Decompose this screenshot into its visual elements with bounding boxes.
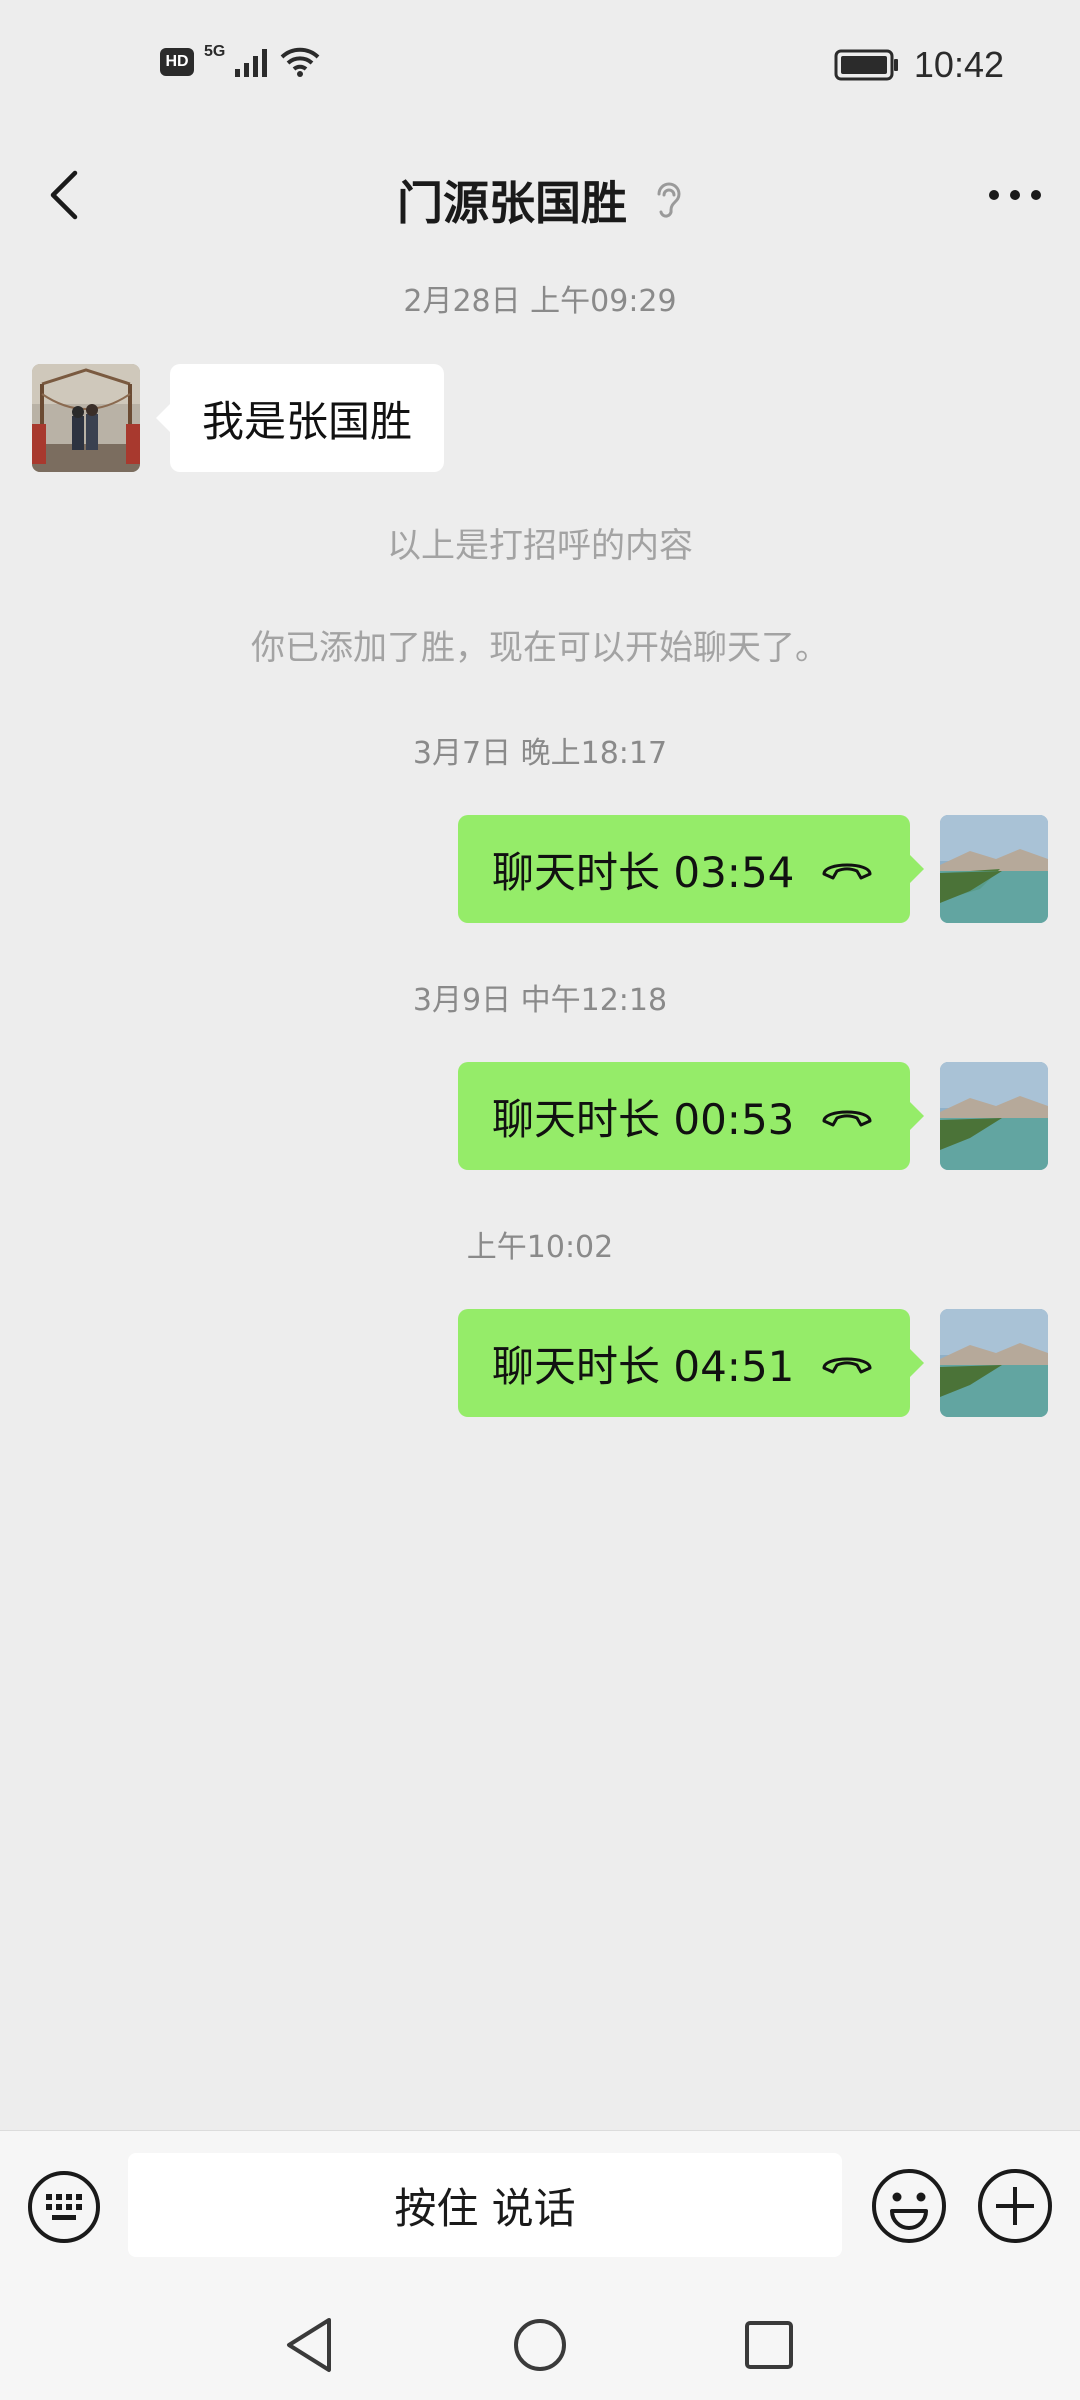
my-avatar-image <box>940 1309 1048 1417</box>
my-avatar-image <box>940 1062 1048 1170</box>
more-icon <box>989 190 1041 200</box>
keyboard-icon <box>28 2171 100 2243</box>
my-avatar-image <box>940 815 1048 923</box>
hold-to-talk-button[interactable]: 按住 说话 <box>128 2153 842 2257</box>
hd-badge: HD <box>160 48 194 76</box>
phone-hangup-icon <box>822 1357 872 1374</box>
status-right: 10:42 <box>834 44 1004 86</box>
plus-icon <box>978 2169 1052 2243</box>
more-button[interactable] <box>970 150 1060 240</box>
battery-icon <box>834 49 898 81</box>
more-functions-button[interactable] <box>976 2167 1054 2245</box>
phone-hangup-icon <box>822 1110 872 1127</box>
wifi-icon <box>280 47 320 77</box>
status-left: HD 5G <box>160 43 321 78</box>
nav-recents-button[interactable] <box>734 2310 804 2380</box>
input-bar: 按住 说话 <box>0 2130 1080 2281</box>
nav-home-button[interactable] <box>505 2310 575 2380</box>
call-duration-text: 聊天时长 04:51 <box>492 1341 795 1391</box>
phone-hangup-icon <box>822 863 872 880</box>
triangle-back-icon <box>287 2318 331 2372</box>
my-avatar[interactable] <box>940 1309 1048 1417</box>
message-text: 我是张国胜 <box>202 396 413 446</box>
system-notice: 你已添加了胜，现在可以开始聊天了。 <box>251 628 829 668</box>
chat-header: 门源张国胜 <box>0 140 1080 260</box>
system-notice: 以上是打招呼的内容 <box>387 526 693 566</box>
my-avatar[interactable] <box>940 1062 1048 1170</box>
emoji-icon <box>872 2169 946 2243</box>
emoji-button[interactable] <box>870 2167 948 2245</box>
nav-back-button[interactable] <box>274 2310 344 2380</box>
square-recents-icon <box>745 2321 793 2369</box>
status-bar: HD 5G 10:42 <box>0 0 1080 140</box>
network-type: 5G <box>204 43 226 60</box>
status-time: 10:42 <box>913 44 1004 85</box>
incoming-message-bubble[interactable]: 我是张国胜 <box>155 364 445 472</box>
call-duration-text: 聊天时长 00:53 <box>492 1094 795 1144</box>
contact-avatar-image <box>32 364 140 472</box>
call-record-bubble[interactable]: 聊天时长 03:54 <box>458 815 924 923</box>
my-avatar[interactable] <box>940 815 1048 923</box>
page-title: 门源张国胜 <box>397 176 627 230</box>
title-wrap: 门源张国胜 <box>0 140 1080 260</box>
ear-icon <box>657 182 681 218</box>
timestamp: 上午10:02 <box>466 1230 614 1265</box>
system-nav-bar <box>0 2280 1080 2400</box>
circle-home-icon <box>514 2319 566 2371</box>
timestamp: 3月9日 中午12:18 <box>412 983 668 1018</box>
keyboard-toggle-button[interactable] <box>26 2169 102 2245</box>
contact-avatar[interactable] <box>32 364 140 472</box>
signal-icon <box>235 49 268 77</box>
call-record-bubble[interactable]: 聊天时长 04:51 <box>458 1309 924 1417</box>
timestamp: 2月28日 上午09:29 <box>403 284 677 319</box>
call-duration-text: 聊天时长 03:54 <box>492 847 795 897</box>
call-record-bubble[interactable]: 聊天时长 00:53 <box>458 1062 924 1170</box>
timestamp: 3月7日 晚上18:17 <box>412 736 668 771</box>
